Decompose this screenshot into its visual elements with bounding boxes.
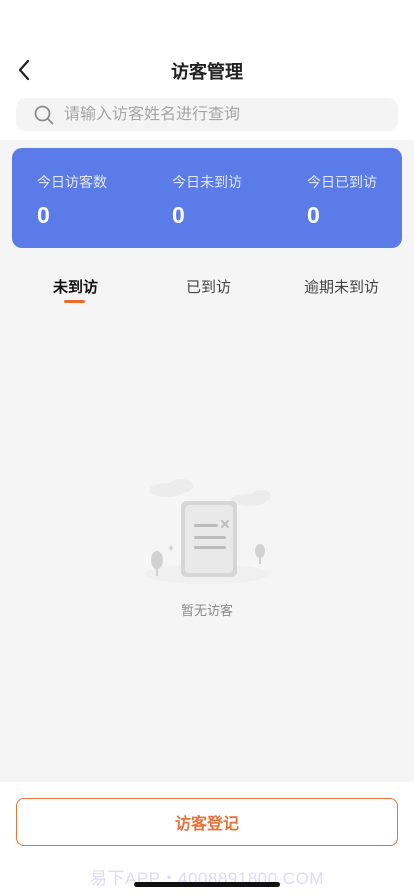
- tab-arrived[interactable]: 已到访: [186, 276, 231, 297]
- search-bar[interactable]: [16, 98, 398, 131]
- home-indicator: [134, 882, 280, 887]
- stat-label: 今日已到访: [307, 174, 377, 190]
- stat-value: 0: [172, 202, 185, 228]
- empty-state-text: 暂无访客: [180, 603, 233, 618]
- tab-bar: 未到访 已到访 逾期未到访: [0, 268, 414, 308]
- empty-document-icon: [145, 479, 271, 584]
- stat-label: 今日访客数: [37, 174, 107, 190]
- search-input[interactable]: [64, 105, 364, 124]
- visitor-register-button[interactable]: 访客登记: [16, 798, 398, 846]
- stats-card: 今日访客数 0 今日未到访 0 今日已到访 0: [12, 148, 402, 248]
- stat-today-arrived: 今日已到访 0: [307, 172, 414, 229]
- stat-today-visitors: 今日访客数 0: [37, 172, 157, 229]
- stat-value: 0: [307, 202, 320, 228]
- stat-value: 0: [37, 202, 50, 228]
- search-icon: [34, 105, 54, 124]
- tab-not-arrived[interactable]: 未到访: [53, 276, 98, 297]
- active-tab-indicator: [64, 300, 85, 303]
- empty-state-illustration: [137, 468, 277, 588]
- stat-today-not-arrived: 今日未到访 0: [172, 172, 292, 229]
- stat-label: 今日未到访: [172, 174, 242, 190]
- navigation-bar: 访客管理: [0, 50, 414, 90]
- page-title: 访客管理: [171, 62, 243, 82]
- tab-overdue[interactable]: 逾期未到访: [304, 276, 379, 297]
